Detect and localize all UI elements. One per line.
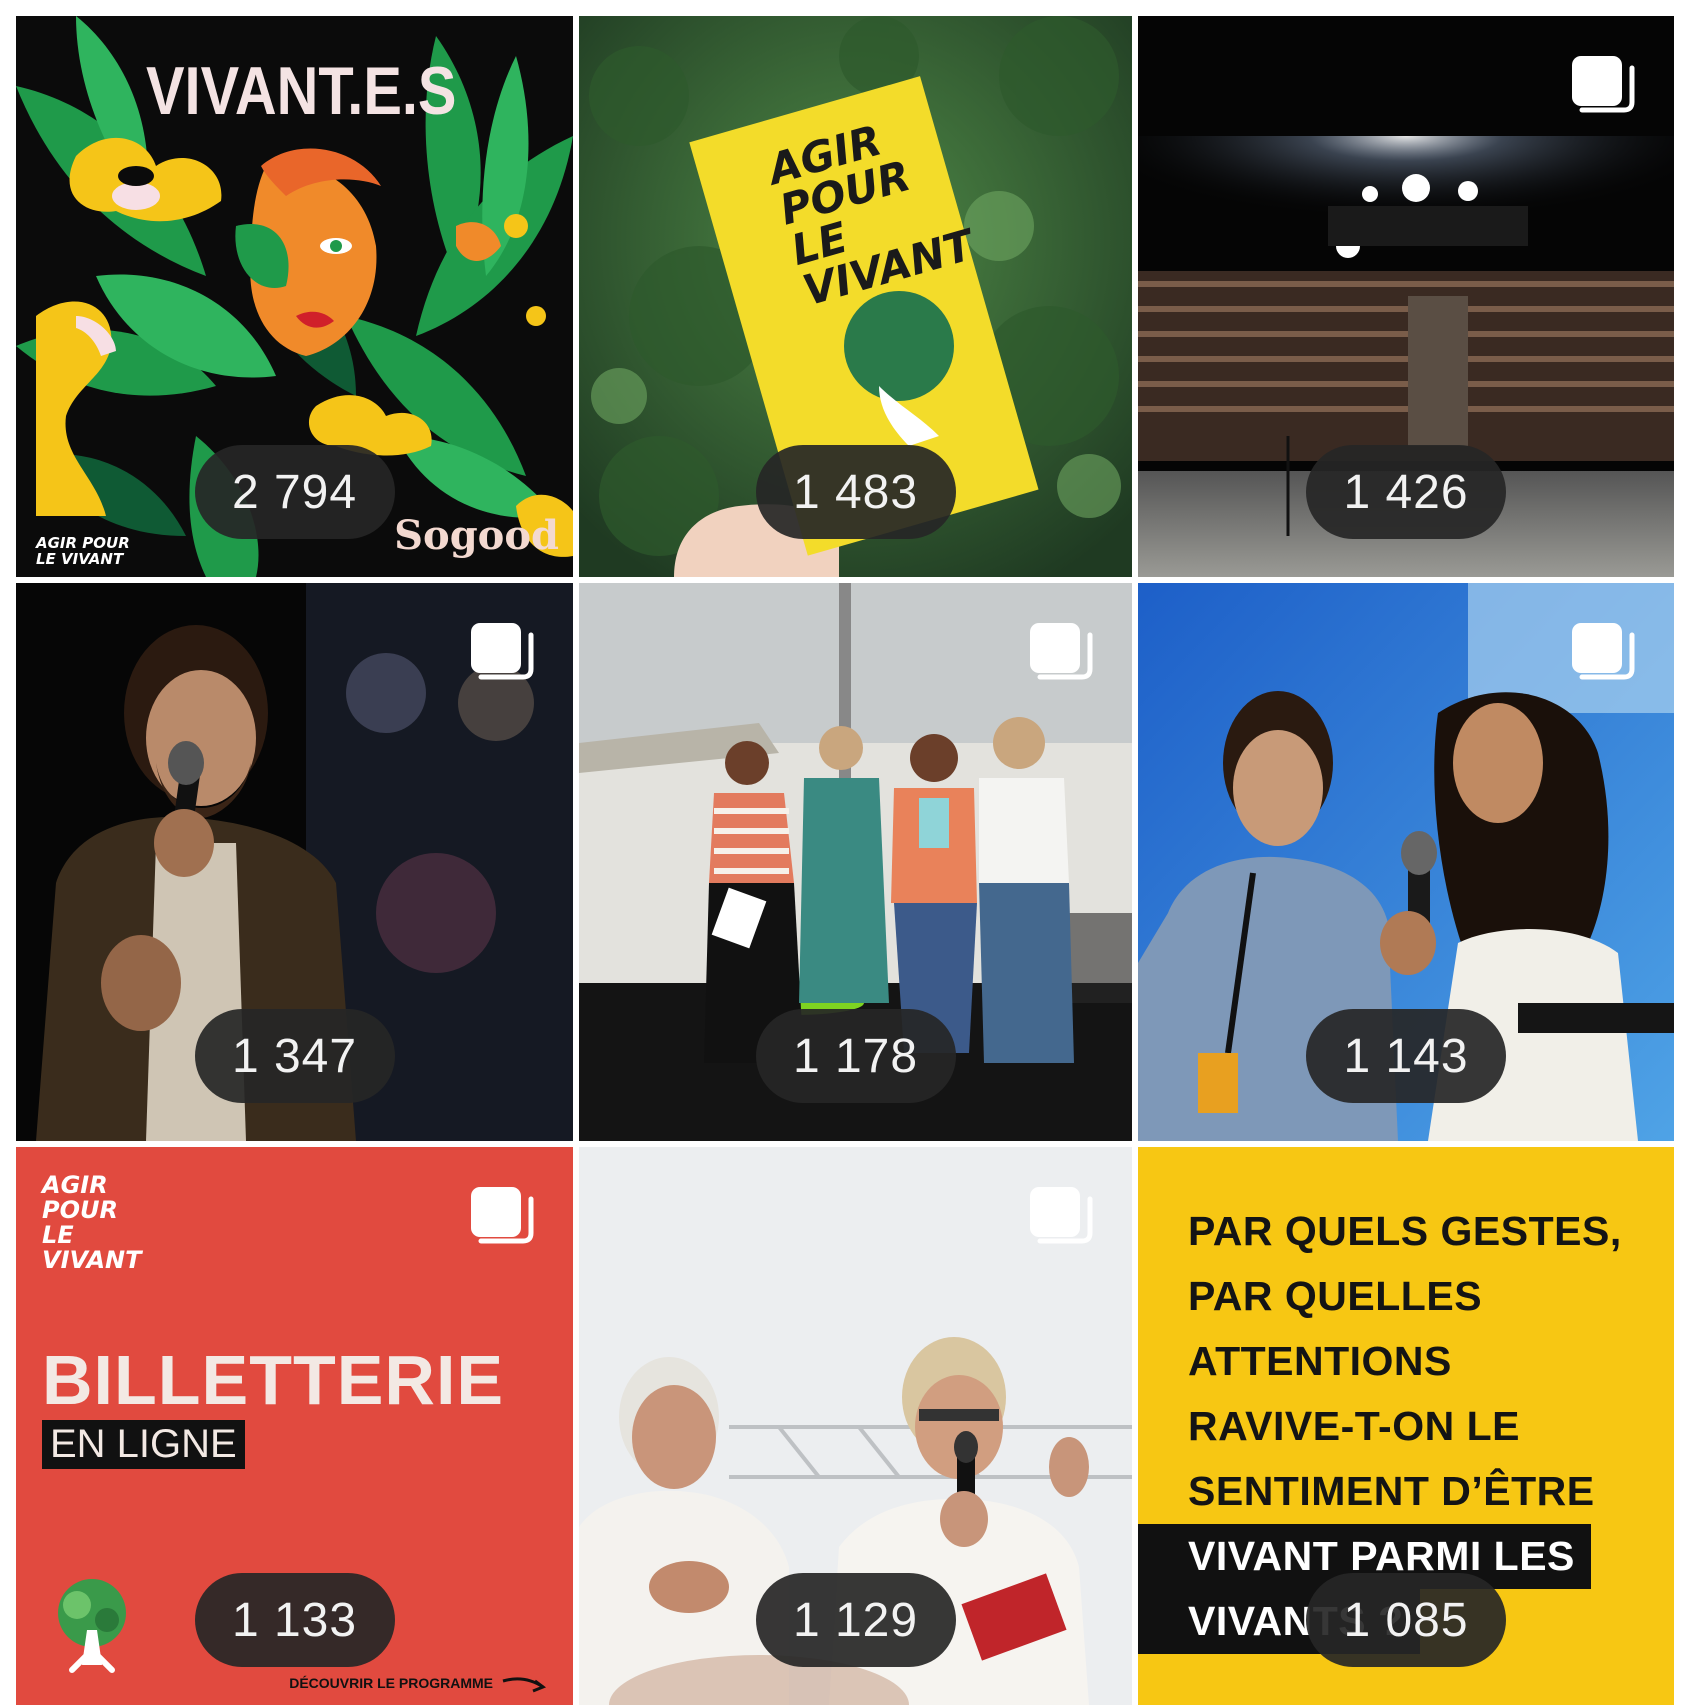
quote-line: SENTIMENT D’ÊTRE — [1188, 1468, 1595, 1514]
carousel-icon — [467, 619, 539, 691]
post-tile-7[interactable]: AGIR POUR LE VIVANT BILLETTERIE EN LIGNE… — [16, 1147, 573, 1705]
poster-title: VIVANT.E.S — [146, 53, 457, 129]
post-tile-9[interactable]: PAR QUELS GESTES, PAR QUELLES ATTENTIONS… — [1138, 1147, 1674, 1705]
quote-line: PAR QUELLES — [1188, 1273, 1483, 1319]
view-count: 2 794 — [194, 445, 395, 539]
view-count: 1 483 — [755, 445, 956, 539]
post-tile-8[interactable]: 1 129 — [579, 1147, 1132, 1705]
carousel-icon — [467, 1183, 539, 1255]
carousel-icon — [1026, 1183, 1098, 1255]
post-tile-1[interactable]: VIVANT.E.S Sogood AGIR POUR LE VIVANT 2 … — [16, 16, 573, 577]
billetterie-title: BILLETTERIE — [42, 1341, 505, 1419]
view-count: 1 133 — [194, 1573, 395, 1667]
agir-logo: AGIR POUR LE VIVANT — [36, 534, 130, 568]
post-tile-4[interactable]: 1 347 — [16, 583, 573, 1141]
carousel-icon — [1026, 619, 1098, 691]
view-count: 1 347 — [194, 1009, 395, 1103]
carousel-icon — [1568, 52, 1640, 124]
post-tile-3[interactable]: 1 426 — [1138, 16, 1674, 577]
quote-line: PAR QUELS GESTES, — [1188, 1208, 1622, 1254]
tree-figure-icon — [58, 1579, 126, 1673]
billetterie-subtitle: EN LIGNE — [42, 1420, 245, 1469]
post-tile-2[interactable]: AGIR POUR LE VIVANT 1 483 — [579, 16, 1132, 577]
view-count: 1 143 — [1306, 1009, 1506, 1103]
quote-line: RAVIVE-T-ON LE — [1188, 1403, 1520, 1449]
brand-logo: Sogood — [394, 512, 559, 559]
post-tile-5[interactable]: 1 178 — [579, 583, 1132, 1141]
view-count: 1 085 — [1306, 1573, 1506, 1667]
view-count: 1 129 — [755, 1573, 956, 1667]
carousel-icon — [1568, 619, 1640, 691]
program-link[interactable]: DÉCOUVRIR LE PROGRAMME — [289, 1675, 493, 1691]
agir-logo: AGIR POUR LE VIVANT — [42, 1171, 142, 1274]
post-tile-6[interactable]: 1 143 — [1138, 583, 1674, 1141]
quote-line: ATTENTIONS — [1188, 1338, 1452, 1384]
view-count: 1 178 — [755, 1009, 956, 1103]
view-count: 1 426 — [1306, 445, 1506, 539]
arrow-right-icon — [502, 1677, 547, 1693]
